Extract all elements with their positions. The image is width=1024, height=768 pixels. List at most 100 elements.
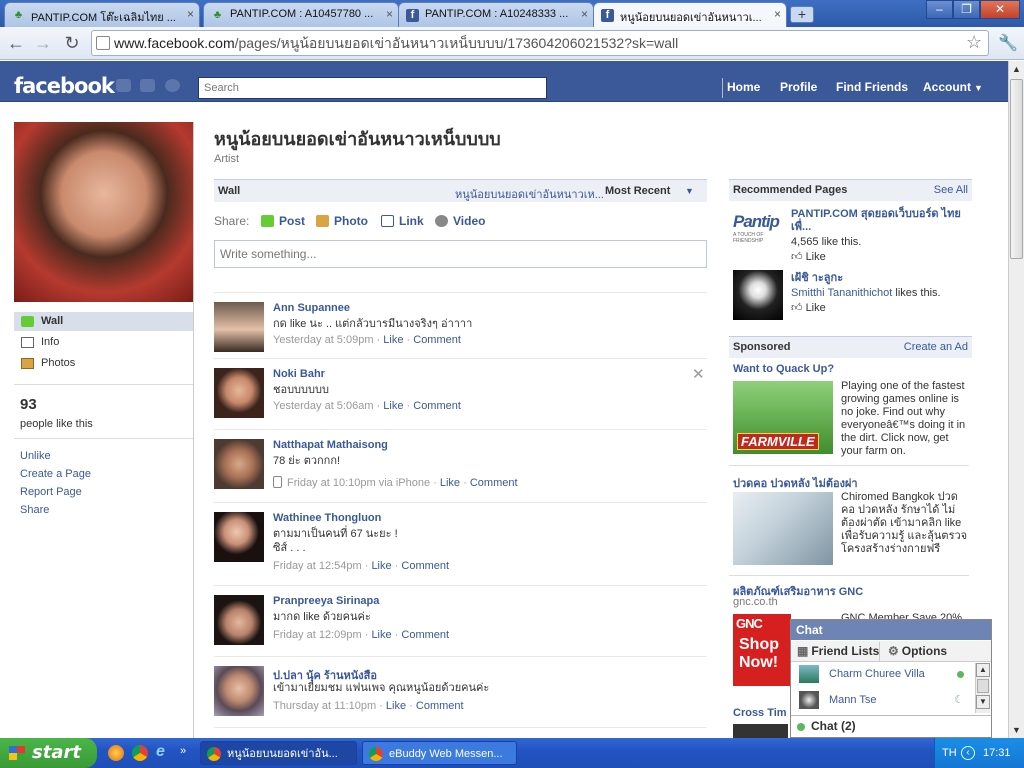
firefox-icon[interactable] xyxy=(108,745,124,761)
ad-title[interactable]: Want to Quack Up? xyxy=(733,363,834,375)
ad-title[interactable]: Cross Tim xyxy=(733,707,787,719)
reload-icon[interactable]: ↻ xyxy=(62,33,82,53)
story-author[interactable]: Natthapat Mathaisong xyxy=(273,439,388,451)
chevron-down-icon[interactable]: ▼ xyxy=(974,83,983,93)
recommended-page-thumb[interactable] xyxy=(733,270,783,320)
search-input[interactable]: Search ⌕ xyxy=(198,77,738,99)
story-author[interactable]: Pranpreeya Sirinapa xyxy=(273,595,379,607)
comment-link[interactable]: Comment xyxy=(470,477,518,489)
facebook-logo[interactable]: facebook xyxy=(14,74,115,98)
unlike-link[interactable]: Unlike xyxy=(20,450,51,462)
close-window-button[interactable]: ✕ xyxy=(980,0,1020,19)
chat-header[interactable]: Chat xyxy=(791,620,991,640)
start-button[interactable]: start xyxy=(0,738,97,768)
composer-input[interactable]: Write something... xyxy=(214,240,707,268)
wrench-icon[interactable]: 🔧 xyxy=(998,33,1018,53)
forward-icon[interactable]: → xyxy=(33,33,53,53)
scroll-thumb[interactable] xyxy=(1010,79,1023,259)
maximize-button[interactable]: ❐ xyxy=(953,0,980,19)
scroll-up-icon[interactable]: ▲ xyxy=(976,663,990,677)
like-link[interactable]: Like xyxy=(383,334,403,346)
story-time[interactable]: Yesterday at 5:06am xyxy=(273,400,374,412)
wall-filter-sort[interactable]: Most Recent xyxy=(605,185,670,197)
back-icon[interactable]: ← xyxy=(6,33,26,53)
like-link[interactable]: Like xyxy=(371,560,391,572)
chat-friend-row[interactable]: Charm Churee Villa xyxy=(799,663,974,685)
avatar[interactable] xyxy=(214,368,264,418)
friend-link[interactable]: Smitthi Tananithichot xyxy=(791,287,892,299)
avatar[interactable] xyxy=(214,512,264,562)
story-time[interactable]: Yesterday at 5:09pm xyxy=(273,334,374,346)
nav-profile[interactable]: Profile xyxy=(780,80,817,94)
close-icon[interactable]: × xyxy=(187,7,194,21)
page-scrollbar[interactable]: ▲ ▼ xyxy=(1008,61,1024,738)
ad-title[interactable]: ปวดคอ ปวดหลัง ไม่ต้องผ่า xyxy=(733,474,858,492)
comment-link[interactable]: Comment xyxy=(413,400,461,412)
like-link[interactable]: Like xyxy=(383,400,403,412)
comment-link[interactable]: Comment xyxy=(401,629,449,641)
report-page-link[interactable]: Report Page xyxy=(20,486,82,498)
story-time[interactable]: Friday at 12:09pm xyxy=(273,629,362,641)
profile-picture[interactable] xyxy=(14,122,194,302)
story-time[interactable]: Friday at 10:10pm via iPhone xyxy=(287,477,430,489)
like-link[interactable]: Like xyxy=(386,700,406,712)
new-tab-button[interactable]: + xyxy=(790,6,814,23)
comment-link[interactable]: Comment xyxy=(401,560,449,572)
options-button[interactable]: ⚙ Options xyxy=(879,642,947,661)
close-icon[interactable]: × xyxy=(386,7,393,21)
share-post-button[interactable]: Post xyxy=(261,214,305,228)
wall-filter-page[interactable]: หนูน้อยบนยอดเข่าอันหนาวเห... xyxy=(455,185,604,203)
nav-account[interactable]: Account xyxy=(923,80,971,94)
nav-home[interactable]: Home xyxy=(727,80,760,94)
share-video-button[interactable]: Video xyxy=(435,214,485,228)
farmville-ad-image[interactable]: FARMVILLE xyxy=(733,381,833,454)
more-icon[interactable]: » xyxy=(180,745,186,757)
remove-post-icon[interactable]: ✕ xyxy=(692,365,705,383)
scroll-thumb[interactable] xyxy=(977,679,989,693)
recommended-like-button[interactable]: 👍︎ Like xyxy=(791,251,826,264)
like-link[interactable]: Like xyxy=(440,477,460,489)
chrome-icon[interactable] xyxy=(132,745,148,761)
browser-tab-1[interactable]: ♣ PANTIP.COM โต๊ะเฉลิมไทย ... × xyxy=(4,2,200,27)
chevron-down-icon[interactable]: ▼ xyxy=(685,186,694,196)
recommended-page-name[interactable]: PANTIP.COM สุดยอดเว็บบอร์ด ไทย เพื่... xyxy=(791,208,971,234)
avatar[interactable] xyxy=(214,666,264,716)
nav-find-friends[interactable]: Find Friends xyxy=(836,80,908,94)
chat-friend-row[interactable]: Mann Tse ☾ xyxy=(799,689,974,711)
minimize-button[interactable]: – xyxy=(926,0,953,19)
taskbar-task[interactable]: eBuddy Web Messen... xyxy=(362,741,517,765)
address-bar[interactable]: www.facebook.com/pages/หนูน้อยบนยอดเข่าอ… xyxy=(91,30,989,56)
close-icon[interactable]: × xyxy=(774,7,781,21)
chiromed-ad-image[interactable] xyxy=(733,492,833,565)
create-ad-link[interactable]: Create an Ad xyxy=(904,337,968,357)
see-all-link[interactable]: See All xyxy=(934,180,968,200)
ad-image[interactable] xyxy=(733,724,788,738)
browser-tab-2[interactable]: ♣ PANTIP.COM : A10457780 ... × xyxy=(203,2,399,27)
language-indicator[interactable]: TH xyxy=(942,738,957,768)
scroll-down-icon[interactable]: ▼ xyxy=(1009,722,1024,738)
recommended-page-name[interactable]: เฝ้ชิ าะลูกะ xyxy=(791,272,843,285)
scroll-down-icon[interactable]: ▼ xyxy=(976,695,990,709)
share-photo-button[interactable]: Photo xyxy=(316,214,368,228)
ie-icon[interactable]: e xyxy=(156,743,165,761)
chat-bar[interactable]: Chat (2) xyxy=(791,715,991,737)
recommended-like-button[interactable]: 👍︎ Like xyxy=(791,302,826,315)
comment-link[interactable]: Comment xyxy=(413,334,461,346)
share-link[interactable]: Share xyxy=(20,504,49,516)
story-time[interactable]: Thursday at 11:10pm xyxy=(273,700,376,712)
left-nav-wall[interactable]: Wall xyxy=(14,312,193,331)
story-time[interactable]: Friday at 12:54pm xyxy=(273,560,362,572)
messages-icon[interactable] xyxy=(140,79,155,92)
create-page-link[interactable]: Create a Page xyxy=(20,468,91,480)
close-icon[interactable]: × xyxy=(581,7,588,21)
browser-tab-3[interactable]: f PANTIP.COM : A10248333 ... × xyxy=(398,2,594,27)
story-author[interactable]: Noki Bahr xyxy=(273,368,325,380)
like-link[interactable]: Like xyxy=(371,629,391,641)
story-author[interactable]: Wathinee Thongluon xyxy=(273,512,381,524)
tray-expand-icon[interactable]: ‹ xyxy=(961,746,975,760)
chat-scrollbar[interactable]: ▲ ▼ xyxy=(975,663,990,713)
pantip-logo[interactable]: Pantip A TOUCH OF FRIENDSHIP xyxy=(733,208,783,252)
avatar[interactable] xyxy=(214,439,264,489)
story-author[interactable]: Ann Supannee xyxy=(273,302,350,314)
browser-tab-4[interactable]: f หนูน้อยบนยอดเข่าอันหนาวเ... × xyxy=(593,2,787,28)
